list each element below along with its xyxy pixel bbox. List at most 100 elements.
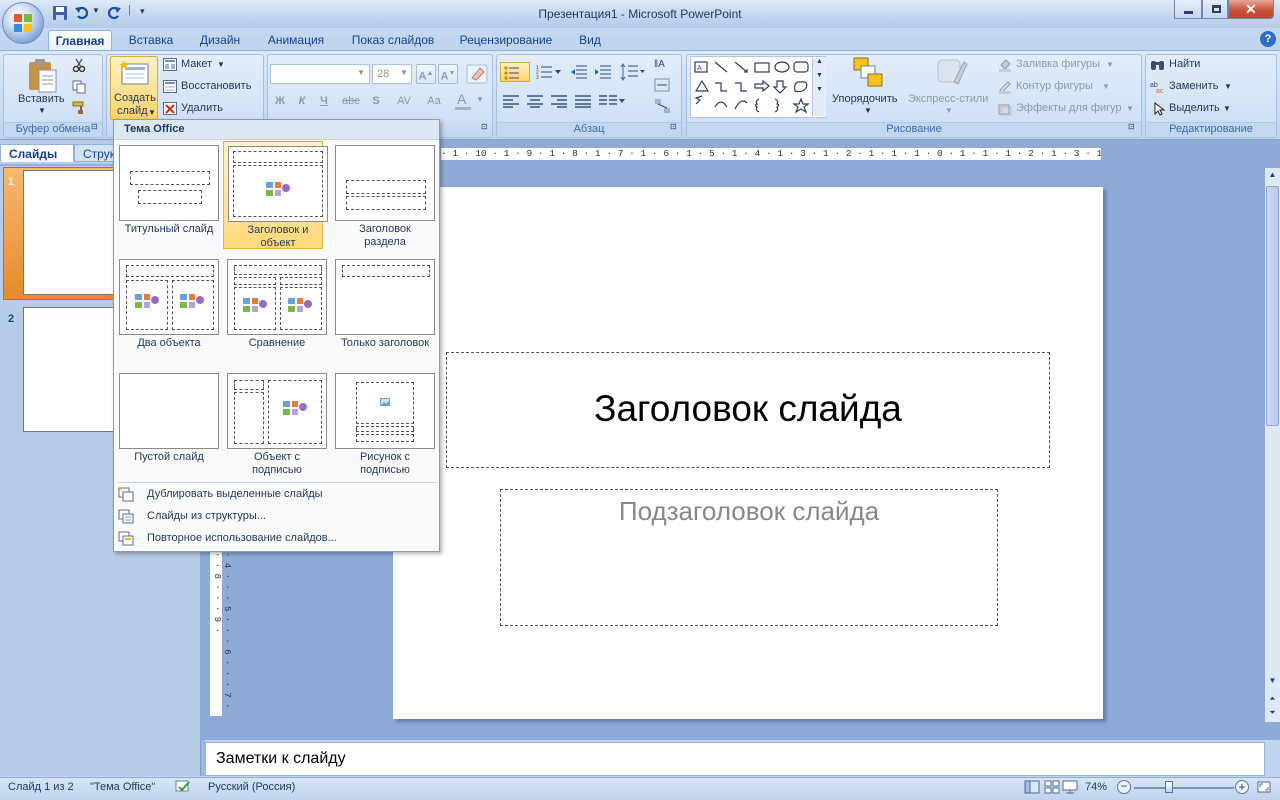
quick-styles-button[interactable]: Экспресс-стили: [908, 93, 988, 105]
shape-fill-dropdown-icon[interactable]: ▼: [1106, 60, 1114, 69]
zoom-slider-thumb[interactable]: [1165, 781, 1173, 793]
clear-formatting-icon[interactable]: [466, 64, 488, 84]
zoom-slider-track[interactable]: [1134, 787, 1234, 789]
decrease-indent-icon[interactable]: [570, 64, 588, 80]
save-icon[interactable]: [52, 5, 68, 21]
status-language[interactable]: Русский (Россия): [208, 781, 295, 793]
paste-dropdown-icon[interactable]: ▼: [38, 106, 46, 115]
find-button[interactable]: Найти: [1169, 58, 1200, 70]
replace-button[interactable]: Заменить: [1169, 80, 1218, 92]
font-launcher-icon[interactable]: ⊡: [481, 122, 488, 131]
clipboard-launcher-icon[interactable]: ⊡: [91, 122, 98, 131]
layout-content-with-caption[interactable]: Объект с подписью: [223, 369, 327, 477]
format-painter-icon[interactable]: [72, 101, 88, 115]
quick-styles-icon[interactable]: [936, 56, 968, 90]
slideshow-view-icon[interactable]: [1062, 780, 1078, 794]
slide-subtitle[interactable]: Подзаголовок слайда: [500, 496, 998, 527]
font-size-field[interactable]: 28 ▼: [372, 64, 412, 84]
fit-to-window-icon[interactable]: [1256, 779, 1272, 795]
cut-icon[interactable]: [72, 58, 86, 72]
layout-section-header[interactable]: Заголовок раздела: [331, 141, 435, 249]
replace-dropdown-icon[interactable]: ▼: [1224, 82, 1232, 91]
align-text-icon[interactable]: [654, 78, 672, 92]
paste-icon[interactable]: [26, 58, 58, 94]
zoom-out-button[interactable]: −: [1117, 780, 1131, 794]
paragraph-launcher-icon[interactable]: ⊡: [670, 122, 677, 131]
scroll-down-icon[interactable]: ▼: [1266, 676, 1279, 690]
spellcheck-icon[interactable]: [174, 780, 192, 794]
menu-reuse-slides[interactable]: Повторное использование слайдов...: [114, 528, 439, 550]
font-color-button[interactable]: A ▼: [452, 90, 488, 112]
align-left-icon[interactable]: [502, 94, 520, 108]
layout-title-slide[interactable]: Титульный слайд: [115, 141, 219, 249]
shapes-gallery[interactable]: A: [690, 56, 826, 118]
change-case-button[interactable]: Aa: [420, 92, 448, 112]
select-button[interactable]: Выделить: [1169, 102, 1220, 114]
underline-button[interactable]: Ч: [314, 92, 334, 112]
notes-pane[interactable]: Заметки к слайду: [205, 742, 1265, 776]
tab-design[interactable]: Дизайн: [190, 30, 250, 51]
tab-insert[interactable]: Вставка: [120, 30, 182, 51]
shadow-button[interactable]: S: [366, 92, 386, 112]
menu-slides-from-outline[interactable]: Слайды из структуры...: [114, 506, 439, 528]
slide-title[interactable]: Заголовок слайда: [446, 388, 1050, 430]
shape-fill-button[interactable]: Заливка фигуры: [1016, 58, 1100, 70]
smartart-icon[interactable]: [654, 98, 672, 114]
strikethrough-button[interactable]: abc: [338, 92, 364, 112]
tab-outline[interactable]: Струк: [74, 144, 115, 162]
numbering-icon[interactable]: 123: [536, 64, 562, 80]
bullets-button[interactable]: [500, 62, 530, 82]
arrange-icon[interactable]: [852, 56, 884, 90]
arrange-dropdown-icon[interactable]: ▼: [864, 106, 872, 115]
menu-duplicate-slides[interactable]: Дублировать выделенные слайды: [114, 484, 439, 506]
font-name-field[interactable]: ▼: [270, 64, 370, 84]
delete-slide-button[interactable]: Удалить: [181, 102, 223, 114]
increase-indent-icon[interactable]: [594, 64, 612, 80]
help-icon[interactable]: ?: [1260, 31, 1276, 47]
close-button[interactable]: ✕: [1228, 0, 1274, 19]
redo-icon[interactable]: [106, 5, 122, 21]
arrange-button[interactable]: Упорядочить: [832, 93, 897, 105]
slide-thumbnail-2[interactable]: [23, 307, 115, 432]
quick-styles-dropdown-icon[interactable]: ▼: [945, 106, 953, 115]
text-direction-icon[interactable]: ‖A: [654, 56, 672, 72]
justify-icon[interactable]: [574, 94, 592, 108]
zoom-level[interactable]: 74%: [1085, 781, 1107, 793]
restore-button[interactable]: [1202, 0, 1228, 19]
shape-outline-button[interactable]: Контур фигуры: [1016, 80, 1093, 92]
italic-button[interactable]: К: [292, 92, 312, 112]
tab-slides[interactable]: Слайды: [0, 144, 74, 162]
char-spacing-button[interactable]: AV: [390, 92, 418, 112]
tab-view[interactable]: Вид: [570, 30, 610, 51]
customize-qat-icon[interactable]: ▾: [140, 6, 145, 17]
paste-label[interactable]: Вставить: [18, 93, 65, 105]
zoom-in-button[interactable]: +: [1235, 780, 1249, 794]
layout-picture-with-caption[interactable]: Рисунок с подписью: [331, 369, 435, 477]
previous-slide-icon[interactable]: ⏶: [1266, 694, 1279, 708]
grow-font-button[interactable]: A▲: [416, 64, 436, 84]
shape-effects-dropdown-icon[interactable]: ▼: [1126, 104, 1134, 113]
office-button[interactable]: [2, 2, 44, 44]
tab-home[interactable]: Главная: [48, 30, 112, 51]
normal-view-icon[interactable]: [1024, 780, 1040, 794]
tab-animation[interactable]: Анимация: [258, 30, 334, 51]
shrink-font-button[interactable]: A▼: [438, 64, 458, 84]
next-slide-icon[interactable]: ⏷: [1266, 708, 1279, 722]
undo-dropdown-icon[interactable]: ▼: [92, 6, 100, 15]
scroll-thumb[interactable]: [1266, 186, 1279, 426]
layout-title-only[interactable]: Только заголовок: [331, 255, 435, 363]
shape-outline-dropdown-icon[interactable]: ▼: [1102, 82, 1110, 91]
select-dropdown-icon[interactable]: ▼: [1223, 104, 1231, 113]
drawing-launcher-icon[interactable]: ⊡: [1128, 122, 1135, 131]
layout-title-and-content[interactable]: Заголовок и объект: [223, 141, 328, 249]
layout-comparison[interactable]: Сравнение: [223, 255, 327, 363]
align-right-icon[interactable]: [550, 94, 568, 108]
layout-blank[interactable]: Пустой слайд: [115, 369, 219, 477]
shape-effects-button[interactable]: Эффекты для фигур: [1016, 102, 1122, 114]
reset-button[interactable]: Восстановить: [181, 80, 251, 92]
layout-two-content[interactable]: Два объекта: [115, 255, 219, 363]
scroll-up-icon[interactable]: ▲: [1266, 170, 1279, 184]
columns-icon[interactable]: [598, 94, 626, 108]
minimize-button[interactable]: [1174, 0, 1202, 19]
tab-review[interactable]: Рецензирование: [452, 30, 560, 51]
